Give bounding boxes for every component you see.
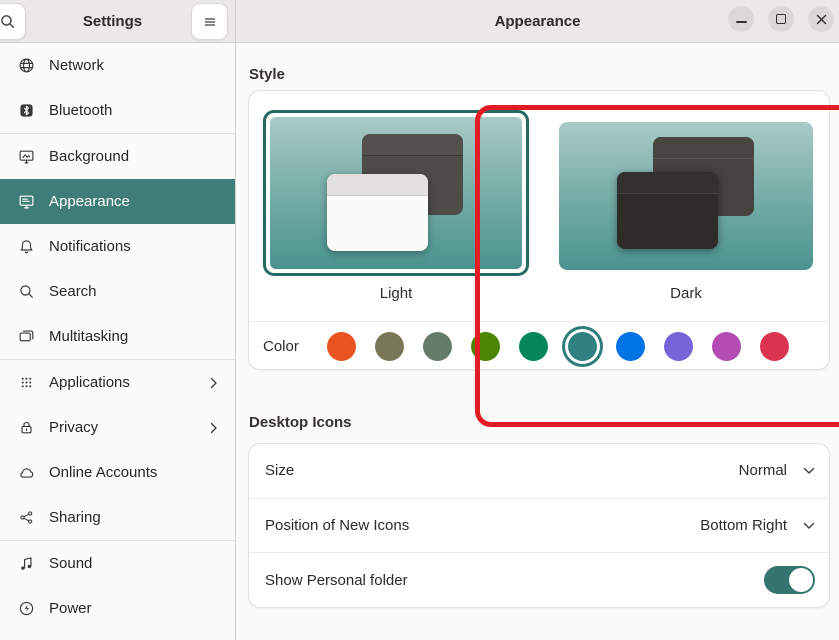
sidebar-item-search[interactable]: Search	[0, 269, 235, 314]
position-value: Bottom Right	[700, 517, 787, 534]
color-swatch-purple[interactable]	[663, 332, 693, 361]
search-button[interactable]	[0, 3, 26, 40]
style-section-title: Style	[249, 66, 285, 83]
position-dropdown[interactable]: Bottom Right	[700, 517, 815, 534]
close-button[interactable]	[808, 6, 834, 32]
accent-color-swatches	[327, 322, 789, 371]
sidebar-item-label: Privacy	[49, 419, 99, 436]
sidebar-item-label: Power	[49, 600, 92, 617]
desktop-icons-card: Size Normal Position of New Icons Bottom…	[248, 443, 830, 608]
light-preview	[270, 117, 522, 269]
sidebar-item-label: Network	[49, 57, 105, 74]
sidebar-item-appearance[interactable]: Appearance	[0, 179, 235, 224]
search-icon	[0, 13, 17, 31]
sidebar-item-label: Applications	[49, 374, 130, 391]
sidebar-item-label: Appearance	[49, 193, 130, 210]
preview-window-front	[617, 172, 718, 249]
sidebar-item-notifications[interactable]: Notifications	[0, 224, 235, 269]
light-option-label: Light	[379, 285, 413, 302]
style-card: Light Dark Color	[248, 90, 830, 370]
power-icon	[17, 600, 35, 618]
color-swatch-sage[interactable]	[423, 332, 453, 361]
cloud-icon	[17, 464, 35, 482]
personal-folder-toggle[interactable]	[764, 566, 815, 595]
sidebar-item-power[interactable]: Power	[0, 586, 235, 631]
chevron-right-icon	[210, 422, 218, 434]
maximize-button[interactable]	[768, 6, 794, 32]
sidebar-item-network[interactable]: Network	[0, 43, 235, 88]
sidebar-item-label: Online Accounts	[49, 464, 158, 481]
sidebar-item-applications[interactable]: Applications	[0, 360, 235, 405]
bluetooth-icon	[17, 102, 35, 120]
color-swatch-orange[interactable]	[327, 332, 356, 361]
sidebar-item-privacy[interactable]: Privacy	[0, 405, 235, 450]
sidebar-item-multitasking[interactable]: Multitasking	[0, 314, 235, 359]
color-swatch-olive[interactable]	[471, 332, 501, 361]
dark-option-label: Dark	[670, 285, 702, 302]
minimize-icon	[735, 21, 747, 23]
hamburger-menu-icon	[201, 13, 219, 31]
size-label: Size	[265, 462, 295, 480]
chevron-down-icon	[803, 467, 815, 475]
close-icon	[812, 10, 830, 28]
size-value: Normal	[738, 462, 787, 480]
sidebar-item-label: Background	[49, 148, 130, 165]
settings-window: Settings Appearance Network Bluetooth Ba…	[0, 0, 839, 640]
color-swatch-viridian[interactable]	[519, 332, 549, 361]
color-row-label: Color	[263, 338, 299, 355]
background-icon	[17, 148, 35, 166]
bell-icon	[17, 238, 35, 256]
maximize-icon	[776, 14, 786, 24]
preview-window-front	[327, 174, 428, 251]
sidebar-item-label: Notifications	[49, 238, 131, 255]
globe-icon	[17, 57, 35, 75]
appearance-panel: Style Light Dark Color Desktop Icons Siz…	[236, 43, 839, 640]
sidebar-item-label: Bluetooth	[49, 102, 113, 119]
sidebar-item-sharing[interactable]: Sharing	[0, 495, 235, 540]
position-label: Position of New Icons	[265, 517, 410, 534]
app-title: Settings	[82, 13, 143, 30]
sidebar-item-label: Sound	[49, 555, 93, 572]
sidebar-header: Settings	[0, 0, 236, 43]
color-swatch-red[interactable]	[759, 332, 789, 361]
appearance-icon	[17, 193, 35, 211]
sidebar-item-online-accounts[interactable]: Online Accounts	[0, 450, 235, 495]
style-option-light[interactable]	[263, 110, 529, 276]
personal-folder-row: Show Personal folder	[249, 552, 829, 607]
style-option-dark[interactable]	[559, 122, 813, 270]
color-swatch-bark[interactable]	[375, 332, 405, 361]
color-swatch-magenta[interactable]	[711, 332, 741, 361]
minimize-button[interactable]	[728, 6, 754, 32]
multitasking-icon	[17, 328, 35, 346]
color-swatch-blue[interactable]	[615, 332, 645, 361]
sidebar-item-label: Search	[49, 283, 97, 300]
desktop-icons-section-title: Desktop Icons	[249, 414, 352, 431]
size-row: Size Normal	[249, 444, 829, 498]
main-menu-button[interactable]	[191, 3, 228, 40]
apps-grid-icon	[17, 374, 35, 392]
header-bar: Settings Appearance	[0, 0, 839, 43]
size-dropdown[interactable]: Normal	[739, 462, 815, 479]
lock-icon	[17, 419, 35, 437]
share-icon	[17, 509, 35, 527]
sidebar-item-bluetooth[interactable]: Bluetooth	[0, 88, 235, 133]
chevron-right-icon	[210, 377, 218, 389]
search-icon	[17, 283, 35, 301]
sidebar-item-label: Sharing	[49, 509, 101, 526]
sidebar: Network Bluetooth Background Appearance	[0, 43, 236, 640]
color-swatch-prussian-green[interactable]	[567, 332, 597, 361]
personal-folder-label: Show Personal folder	[265, 571, 408, 589]
chevron-down-icon	[803, 522, 815, 530]
dark-preview	[559, 122, 813, 270]
sidebar-item-background[interactable]: Background	[0, 134, 235, 179]
music-note-icon	[17, 555, 35, 573]
toggle-knob	[789, 568, 813, 593]
sidebar-item-label: Multitasking	[49, 328, 129, 345]
sidebar-item-sound[interactable]: Sound	[0, 541, 235, 586]
position-row: Position of New Icons Bottom Right	[249, 497, 829, 553]
